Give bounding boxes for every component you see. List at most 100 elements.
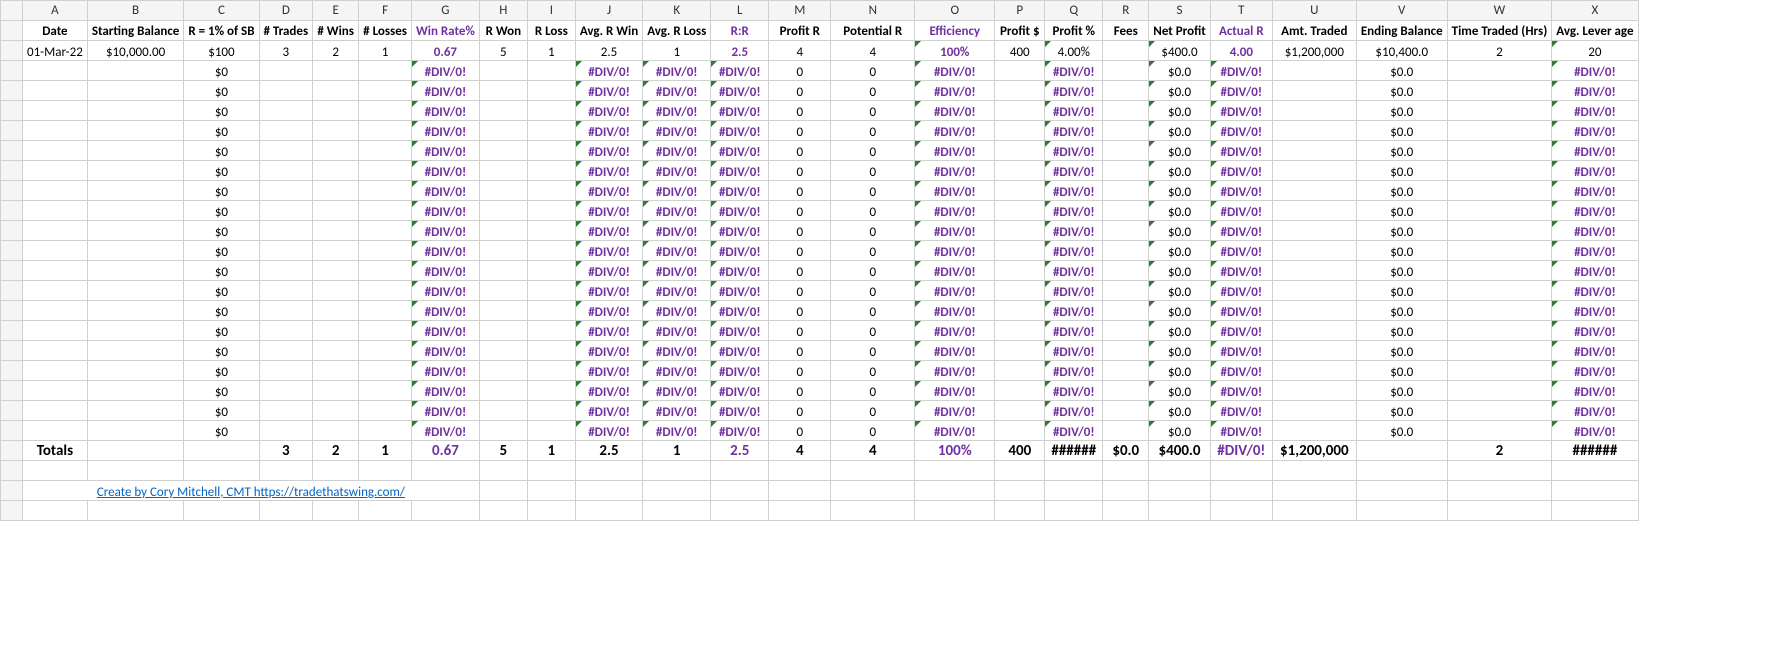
cell-Q[interactable]: #DIV/0! xyxy=(1045,421,1103,441)
cell-O[interactable]: #DIV/0! xyxy=(915,141,995,161)
cell-I[interactable] xyxy=(527,201,575,221)
cell-N[interactable]: 0 xyxy=(831,181,915,201)
cell-A[interactable] xyxy=(23,421,88,441)
cell-U[interactable] xyxy=(1272,221,1356,241)
row-header[interactable] xyxy=(1,41,23,61)
cell-C[interactable]: $0 xyxy=(184,341,259,361)
cell-H[interactable] xyxy=(479,81,527,101)
cell-N[interactable]: 0 xyxy=(831,421,915,441)
cell-S[interactable]: $0.0 xyxy=(1149,201,1211,221)
cell-R[interactable] xyxy=(1103,461,1149,481)
cell-M[interactable] xyxy=(769,461,831,481)
cell-C[interactable] xyxy=(184,501,259,521)
cell-A[interactable] xyxy=(23,161,88,181)
cell-E[interactable] xyxy=(313,261,359,281)
cell-E[interactable] xyxy=(313,101,359,121)
cell-X[interactable]: #DIV/0! xyxy=(1552,81,1638,101)
cell-W[interactable] xyxy=(1447,421,1552,441)
cell-G[interactable] xyxy=(411,501,479,521)
cell-K[interactable]: #DIV/0! xyxy=(643,81,711,101)
cell-H[interactable]: R Won xyxy=(479,21,527,41)
cell-A[interactable] xyxy=(23,201,88,221)
cell-T[interactable]: #DIV/0! xyxy=(1210,81,1272,101)
cell-I[interactable] xyxy=(527,141,575,161)
cell-A[interactable] xyxy=(23,261,88,281)
cell-H[interactable] xyxy=(479,241,527,261)
cell-E[interactable] xyxy=(313,461,359,481)
col-header-D[interactable]: D xyxy=(259,1,313,21)
cell-K[interactable]: #DIV/0! xyxy=(643,241,711,261)
cell-L[interactable]: #DIV/0! xyxy=(711,281,769,301)
cell-J[interactable]: #DIV/0! xyxy=(575,241,642,261)
cell-S[interactable]: $0.0 xyxy=(1149,141,1211,161)
cell-Q[interactable]: #DIV/0! xyxy=(1045,301,1103,321)
cell-R[interactable]: $0.0 xyxy=(1103,441,1149,461)
cell-R[interactable] xyxy=(1103,401,1149,421)
cell-X[interactable]: #DIV/0! xyxy=(1552,341,1638,361)
cell-K[interactable]: #DIV/0! xyxy=(643,121,711,141)
cell-M[interactable]: 0 xyxy=(769,361,831,381)
cell-K[interactable]: #DIV/0! xyxy=(643,221,711,241)
cell-R[interactable] xyxy=(1103,381,1149,401)
cell-O[interactable]: 100% xyxy=(915,41,995,61)
row-header[interactable] xyxy=(1,21,23,41)
cell-R[interactable] xyxy=(1103,61,1149,81)
cell-N[interactable]: 0 xyxy=(831,161,915,181)
cell-P[interactable] xyxy=(995,181,1045,201)
cell-M[interactable]: Profit R xyxy=(769,21,831,41)
cell-H[interactable] xyxy=(479,221,527,241)
cell-M[interactable]: 0 xyxy=(769,401,831,421)
cell-B[interactable] xyxy=(87,281,184,301)
col-header-J[interactable]: J xyxy=(575,1,642,21)
cell-C[interactable]: $0 xyxy=(184,181,259,201)
cell-H[interactable] xyxy=(479,381,527,401)
cell-I[interactable] xyxy=(527,341,575,361)
cell-D[interactable] xyxy=(259,421,313,441)
cell-B[interactable] xyxy=(87,381,184,401)
cell-F[interactable] xyxy=(359,241,412,261)
cell-V[interactable] xyxy=(1356,461,1447,481)
cell-S[interactable]: $400.0 xyxy=(1149,41,1211,61)
cell-S[interactable]: $0.0 xyxy=(1149,101,1211,121)
cell-Q[interactable] xyxy=(1045,461,1103,481)
cell-B[interactable] xyxy=(87,241,184,261)
cell-S[interactable]: $0.0 xyxy=(1149,181,1211,201)
cell-T[interactable]: #DIV/0! xyxy=(1210,221,1272,241)
cell-I[interactable] xyxy=(527,81,575,101)
cell-S[interactable]: Net Profit xyxy=(1149,21,1211,41)
cell-T[interactable]: #DIV/0! xyxy=(1210,341,1272,361)
row-header[interactable] xyxy=(1,101,23,121)
cell-I[interactable] xyxy=(527,321,575,341)
cell-Q[interactable]: 4.00% xyxy=(1045,41,1103,61)
cell-E[interactable]: # Wins xyxy=(313,21,359,41)
cell-L[interactable] xyxy=(711,501,769,521)
cell-S[interactable]: $400.0 xyxy=(1149,441,1211,461)
cell-R[interactable] xyxy=(1103,421,1149,441)
cell-F[interactable] xyxy=(359,421,412,441)
cell-W[interactable] xyxy=(1447,381,1552,401)
cell-E[interactable] xyxy=(313,181,359,201)
cell-T[interactable]: #DIV/0! xyxy=(1210,301,1272,321)
cell-A[interactable]: Date xyxy=(23,21,88,41)
cell-H[interactable] xyxy=(479,181,527,201)
cell-G[interactable]: #DIV/0! xyxy=(411,261,479,281)
cell-J[interactable] xyxy=(575,461,642,481)
cell-O[interactable]: #DIV/0! xyxy=(915,81,995,101)
cell-S[interactable]: $0.0 xyxy=(1149,421,1211,441)
cell-H[interactable] xyxy=(479,201,527,221)
cell-N[interactable] xyxy=(831,501,915,521)
cell-L[interactable]: 2.5 xyxy=(711,41,769,61)
cell-R[interactable] xyxy=(1103,41,1149,61)
cell-G[interactable]: #DIV/0! xyxy=(411,181,479,201)
cell-S[interactable]: $0.0 xyxy=(1149,121,1211,141)
cell-U[interactable] xyxy=(1272,61,1356,81)
cell-S[interactable]: $0.0 xyxy=(1149,81,1211,101)
cell-L[interactable]: #DIV/0! xyxy=(711,141,769,161)
cell-I[interactable] xyxy=(527,421,575,441)
col-header-T[interactable]: T xyxy=(1210,1,1272,21)
row-header[interactable] xyxy=(1,341,23,361)
cell-N[interactable]: 0 xyxy=(831,221,915,241)
cell-I[interactable]: 1 xyxy=(527,41,575,61)
cell-F[interactable] xyxy=(359,501,412,521)
cell-K[interactable]: #DIV/0! xyxy=(643,261,711,281)
